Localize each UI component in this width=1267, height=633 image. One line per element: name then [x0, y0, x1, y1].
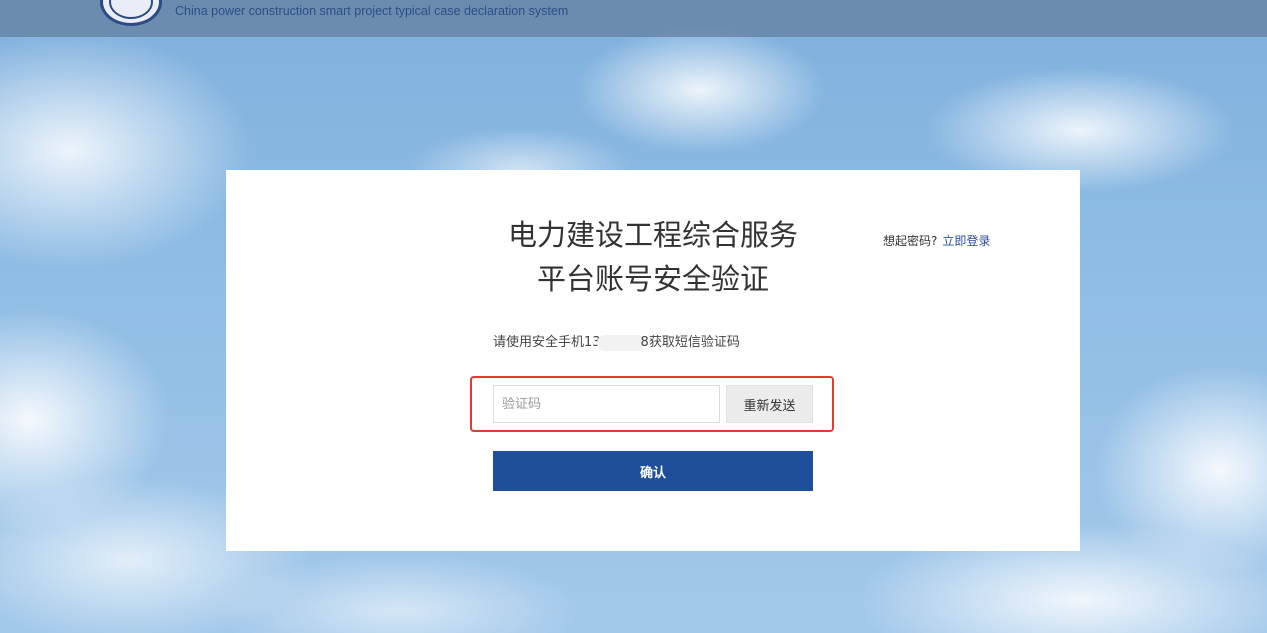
- remember-password-text: 想起密码?: [883, 234, 938, 248]
- confirm-button[interactable]: 确认: [493, 451, 813, 491]
- phone-number-mask: [596, 334, 645, 351]
- page-title: 电力建设工程综合服务 平台账号安全验证: [480, 213, 826, 301]
- logo-emblem-icon: [109, 0, 153, 19]
- resend-code-button[interactable]: 重新发送: [726, 385, 813, 423]
- phone-hint-prefix: 请使用安全手机13: [493, 335, 601, 350]
- system-subtitle-en: China power construction smart project t…: [175, 4, 569, 18]
- phone-hint-suffix: 8获取短信验证码: [640, 335, 740, 350]
- verification-card: 电力建设工程综合服务 平台账号安全验证 想起密码? 立即登录 请使用安全手机13 8…: [226, 170, 1080, 551]
- verification-code-input[interactable]: [493, 385, 720, 423]
- title-line-2: 平台账号安全验证: [536, 262, 769, 296]
- top-header-bar: China power construction smart project t…: [0, 0, 1267, 37]
- company-logo: [100, 0, 162, 26]
- remember-password-prompt: 想起密码? 立即登录: [883, 232, 990, 249]
- login-now-link[interactable]: 立即登录: [942, 234, 990, 248]
- phone-hint: 请使用安全手机13 8获取短信验证码: [493, 331, 740, 351]
- title-line-1: 电力建设工程综合服务: [507, 218, 798, 252]
